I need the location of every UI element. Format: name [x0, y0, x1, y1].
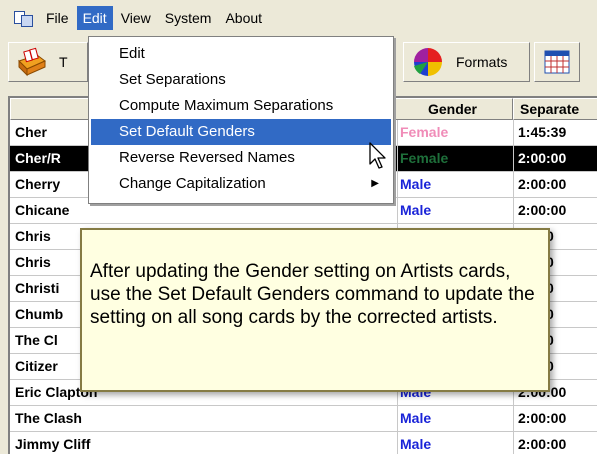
gender-cell: Male [397, 172, 510, 197]
table-row[interactable]: The Clash Male 2:00:00 [10, 406, 597, 432]
separation-cell: 2:00:00 [513, 198, 597, 223]
menu-edit[interactable]: Edit [76, 6, 113, 30]
gender-cell: Male [397, 432, 510, 454]
menu-item-change-capitalization-label: Change Capitalization [119, 175, 266, 192]
calendar-grid-icon [544, 50, 570, 74]
tooltip-callout: After updating the Gender setting on Art… [80, 228, 550, 392]
app-icon[interactable] [14, 9, 34, 27]
submenu-arrow-icon: ▶ [371, 178, 379, 189]
menu-about[interactable]: About [219, 6, 268, 30]
gender-cell: Male [397, 198, 510, 223]
card-box-icon [18, 47, 46, 77]
formats-button[interactable]: Formats [403, 42, 530, 82]
separation-cell: 2:00:00 [513, 146, 597, 171]
menubar: File Edit View System About [0, 0, 597, 36]
cards-button[interactable]: T [8, 42, 88, 82]
separation-cell: 2:00:00 [513, 172, 597, 197]
gender-cell: Female [397, 120, 510, 145]
gender-cell: Female [397, 146, 510, 171]
menu-item-change-capitalization[interactable]: Change Capitalization ▶ [91, 171, 391, 197]
menu-item-set-separations[interactable]: Set Separations [91, 67, 391, 93]
menu-item-set-default-genders[interactable]: Set Default Genders [91, 119, 391, 145]
formats-button-label: Formats [456, 54, 508, 70]
menu-item-compute-maximum-separations[interactable]: Compute Maximum Separations [91, 93, 391, 119]
separation-cell: 2:00:00 [513, 406, 597, 431]
gender-cell: Male [397, 406, 510, 431]
artist-cell: Jimmy Cliff [15, 436, 91, 452]
edit-menu-dropdown: Edit Set Separations Compute Maximum Sep… [88, 36, 394, 204]
tooltip-text: After updating the Gender setting on Art… [90, 261, 535, 328]
menu-file[interactable]: File [40, 6, 75, 30]
mouse-pointer-icon [369, 142, 386, 169]
separation-cell: 2:00:00 [513, 432, 597, 454]
col-header-gender[interactable]: Gender [392, 98, 513, 120]
menu-view[interactable]: View [115, 6, 157, 30]
artist-cell: The Clash [15, 410, 82, 426]
menu-system[interactable]: System [159, 6, 218, 30]
menu-item-edit[interactable]: Edit [91, 41, 391, 67]
cards-button-label: T [59, 54, 68, 70]
table-row[interactable]: Jimmy Cliff Male 2:00:00 [10, 432, 597, 454]
pie-chart-icon [414, 48, 442, 76]
separation-cell: 1:45:39 [513, 120, 597, 145]
grid-view-button[interactable] [534, 42, 580, 82]
menu-item-reverse-reversed-names[interactable]: Reverse Reversed Names [91, 145, 391, 171]
col-header-separation[interactable]: Separate [513, 98, 597, 120]
